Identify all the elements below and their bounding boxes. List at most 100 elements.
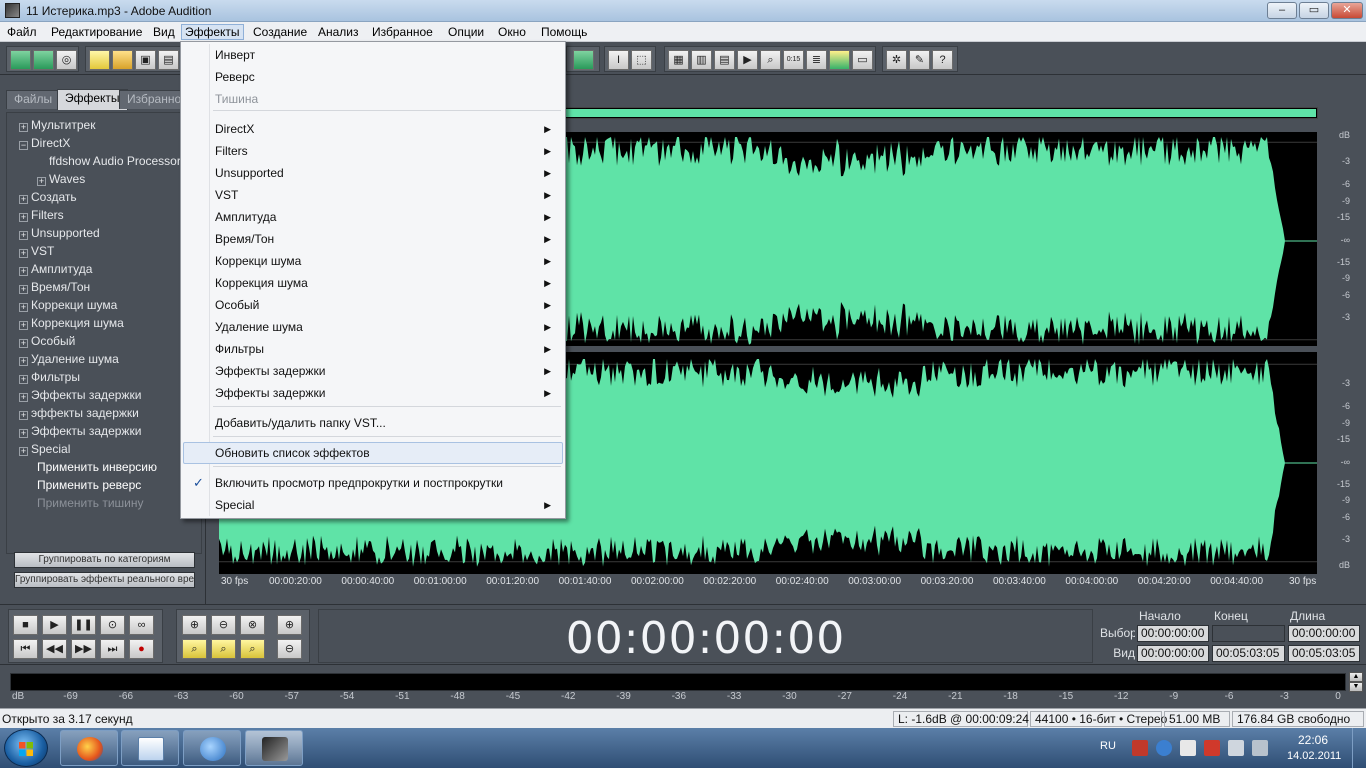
menu-file[interactable]: Файл (4, 24, 40, 40)
expand-icon[interactable]: + (19, 231, 28, 240)
view-end-field[interactable]: 00:05:03:05 (1212, 645, 1285, 662)
display-icon-2[interactable]: ▥ (691, 50, 712, 70)
effects-menu-item[interactable]: Удаление шума ▶ (183, 316, 563, 338)
tree-item[interactable]: + Удаление шума (19, 350, 119, 368)
tree-item[interactable]: + Амплитуда (19, 260, 92, 278)
group-by-category-button[interactable]: Группировать по категориям (14, 552, 195, 568)
selection-begin-field[interactable]: 00:00:00:00 (1137, 625, 1209, 642)
maximize-button[interactable]: ▭ (1299, 2, 1329, 19)
close-button[interactable]: ✕ (1331, 2, 1363, 19)
tray-power-icon[interactable] (1228, 740, 1244, 756)
expand-icon[interactable]: + (19, 123, 28, 132)
tray-qbittorrent-icon[interactable] (1156, 740, 1172, 756)
tab-favorites[interactable]: Избранное (119, 90, 183, 109)
fast-forward-button[interactable]: ▶▶ (71, 639, 96, 659)
go-to-end-button[interactable]: ⏭ (100, 639, 125, 659)
tree-item[interactable]: + Эффекты задержки (19, 386, 141, 404)
tree-item[interactable]: + VST (19, 242, 54, 260)
tree-item[interactable]: + эффекты задержки (19, 404, 139, 422)
save-as-icon[interactable]: ▤ (158, 50, 179, 70)
expand-icon[interactable]: + (19, 339, 28, 348)
tree-item[interactable]: ffdshow Audio Processor (49, 152, 181, 170)
help-icon[interactable]: ? (932, 50, 953, 70)
tree-item[interactable]: Применить реверс (37, 476, 141, 494)
menu-help[interactable]: Помощь (538, 24, 590, 40)
meter-up-icon[interactable]: ▲ (1349, 672, 1363, 682)
effects-menu-item[interactable]: Добавить/удалить папку VST... (183, 412, 563, 434)
eq-icon[interactable]: ≣ (806, 50, 827, 70)
display-icon-3[interactable]: ▤ (714, 50, 735, 70)
taskbar-wordpad[interactable] (121, 730, 179, 766)
open-folder-icon[interactable] (112, 50, 133, 70)
menu-options[interactable]: Опции (445, 24, 487, 40)
tray-flag-icon[interactable] (1180, 740, 1196, 756)
expand-icon[interactable]: + (37, 177, 46, 186)
expand-icon[interactable]: + (19, 213, 28, 222)
expand-icon[interactable]: + (19, 321, 28, 330)
tree-item[interactable]: + Коррекци шума (19, 296, 117, 314)
expand-icon[interactable]: + (19, 249, 28, 258)
expand-icon[interactable]: + (19, 303, 28, 312)
tree-item[interactable]: + Фильтры (19, 368, 80, 386)
tree-item[interactable]: Применить тишину (37, 494, 144, 512)
cd-view-icon[interactable]: ◎ (56, 50, 77, 70)
clock-date[interactable]: 14.02.2011 (1287, 750, 1341, 768)
effects-menu-item[interactable]: Special ▶ (183, 494, 563, 516)
language-indicator[interactable]: RU (1100, 740, 1116, 768)
zoom-left-button[interactable]: ⌕ (211, 639, 236, 659)
taskbar-qbittorrent[interactable] (183, 730, 241, 766)
tray-volume-icon[interactable] (1252, 740, 1268, 756)
selection-end-field[interactable] (1212, 625, 1285, 642)
expand-icon[interactable]: + (19, 285, 28, 294)
stop-button[interactable]: ■ (13, 615, 38, 635)
effects-menu-item[interactable]: Эффекты задержки ▶ (183, 360, 563, 382)
effects-tree[interactable]: + Мультитрек − DirectX ffdshow Audio Process… (6, 112, 202, 554)
settings-icon[interactable]: ✲ (886, 50, 907, 70)
tab-files[interactable]: Файлы (6, 90, 61, 109)
effects-menu-item[interactable]: Эффекты задержки ▶ (183, 382, 563, 404)
effects-menu-item[interactable]: Реверс (183, 66, 563, 88)
expand-icon[interactable]: + (19, 195, 28, 204)
effects-menu-item[interactable]: Время/Тон ▶ (183, 228, 563, 250)
menu-view[interactable]: Вид (150, 24, 178, 40)
marquee-tool-icon[interactable]: ⬚ (631, 50, 652, 70)
menu-favorites[interactable]: Избранное (369, 24, 436, 40)
tree-item[interactable]: + Особый (19, 332, 75, 350)
zoom-in-v-button[interactable]: ⊕ (277, 615, 302, 635)
tree-item[interactable]: − DirectX (19, 134, 70, 152)
expand-icon[interactable]: + (19, 267, 28, 276)
edit-view-icon[interactable] (10, 50, 31, 70)
menu-generate[interactable]: Создание (250, 24, 310, 40)
effects-menu-item[interactable]: Обновить список эффектов (183, 442, 563, 464)
expand-icon[interactable]: + (19, 375, 28, 384)
zoom-in-h-button[interactable]: ⊕ (182, 615, 207, 635)
tray-network-icon[interactable] (1132, 740, 1148, 756)
effects-menu-item[interactable]: Фильтры ▶ (183, 338, 563, 360)
collapse-icon[interactable]: − (19, 141, 28, 150)
view-begin-field[interactable]: 00:00:00:00 (1137, 645, 1209, 662)
effects-menu-item[interactable]: Тишина (183, 88, 563, 110)
taskbar-firefox[interactable] (60, 730, 118, 766)
color-icon[interactable] (829, 50, 850, 70)
rewind-button[interactable]: ◀◀ (42, 639, 67, 659)
menu-window[interactable]: Окно (495, 24, 529, 40)
effects-menu-item[interactable]: Включить просмотр предпрокрутки и постпр… (183, 472, 563, 494)
start-button[interactable] (4, 729, 48, 767)
tree-item[interactable]: + Unsupported (19, 224, 100, 242)
show-desktop-button[interactable] (1352, 728, 1366, 768)
play-to-end-button[interactable]: ⊙ (100, 615, 125, 635)
menu-effects[interactable]: Эффекты (181, 24, 244, 40)
tree-item[interactable]: Применить инверсию (37, 458, 157, 476)
save-icon[interactable]: ▣ (135, 50, 156, 70)
expand-icon[interactable]: + (19, 429, 28, 438)
menu-edit[interactable]: Редактирование (48, 24, 145, 40)
group-realtime-button[interactable]: Группировать эффекты реального времени (14, 572, 195, 588)
multitrack-view-icon[interactable] (33, 50, 54, 70)
play-preview-icon[interactable]: ▶ (737, 50, 758, 70)
tree-item[interactable]: + Мультитрек (19, 116, 95, 134)
expand-icon[interactable]: + (19, 393, 28, 402)
record-button[interactable]: ● (129, 639, 154, 659)
tree-item[interactable]: + Коррекция шума (19, 314, 124, 332)
tab-effects[interactable]: Эффекты (57, 89, 128, 110)
tree-item[interactable]: + Создать (19, 188, 77, 206)
